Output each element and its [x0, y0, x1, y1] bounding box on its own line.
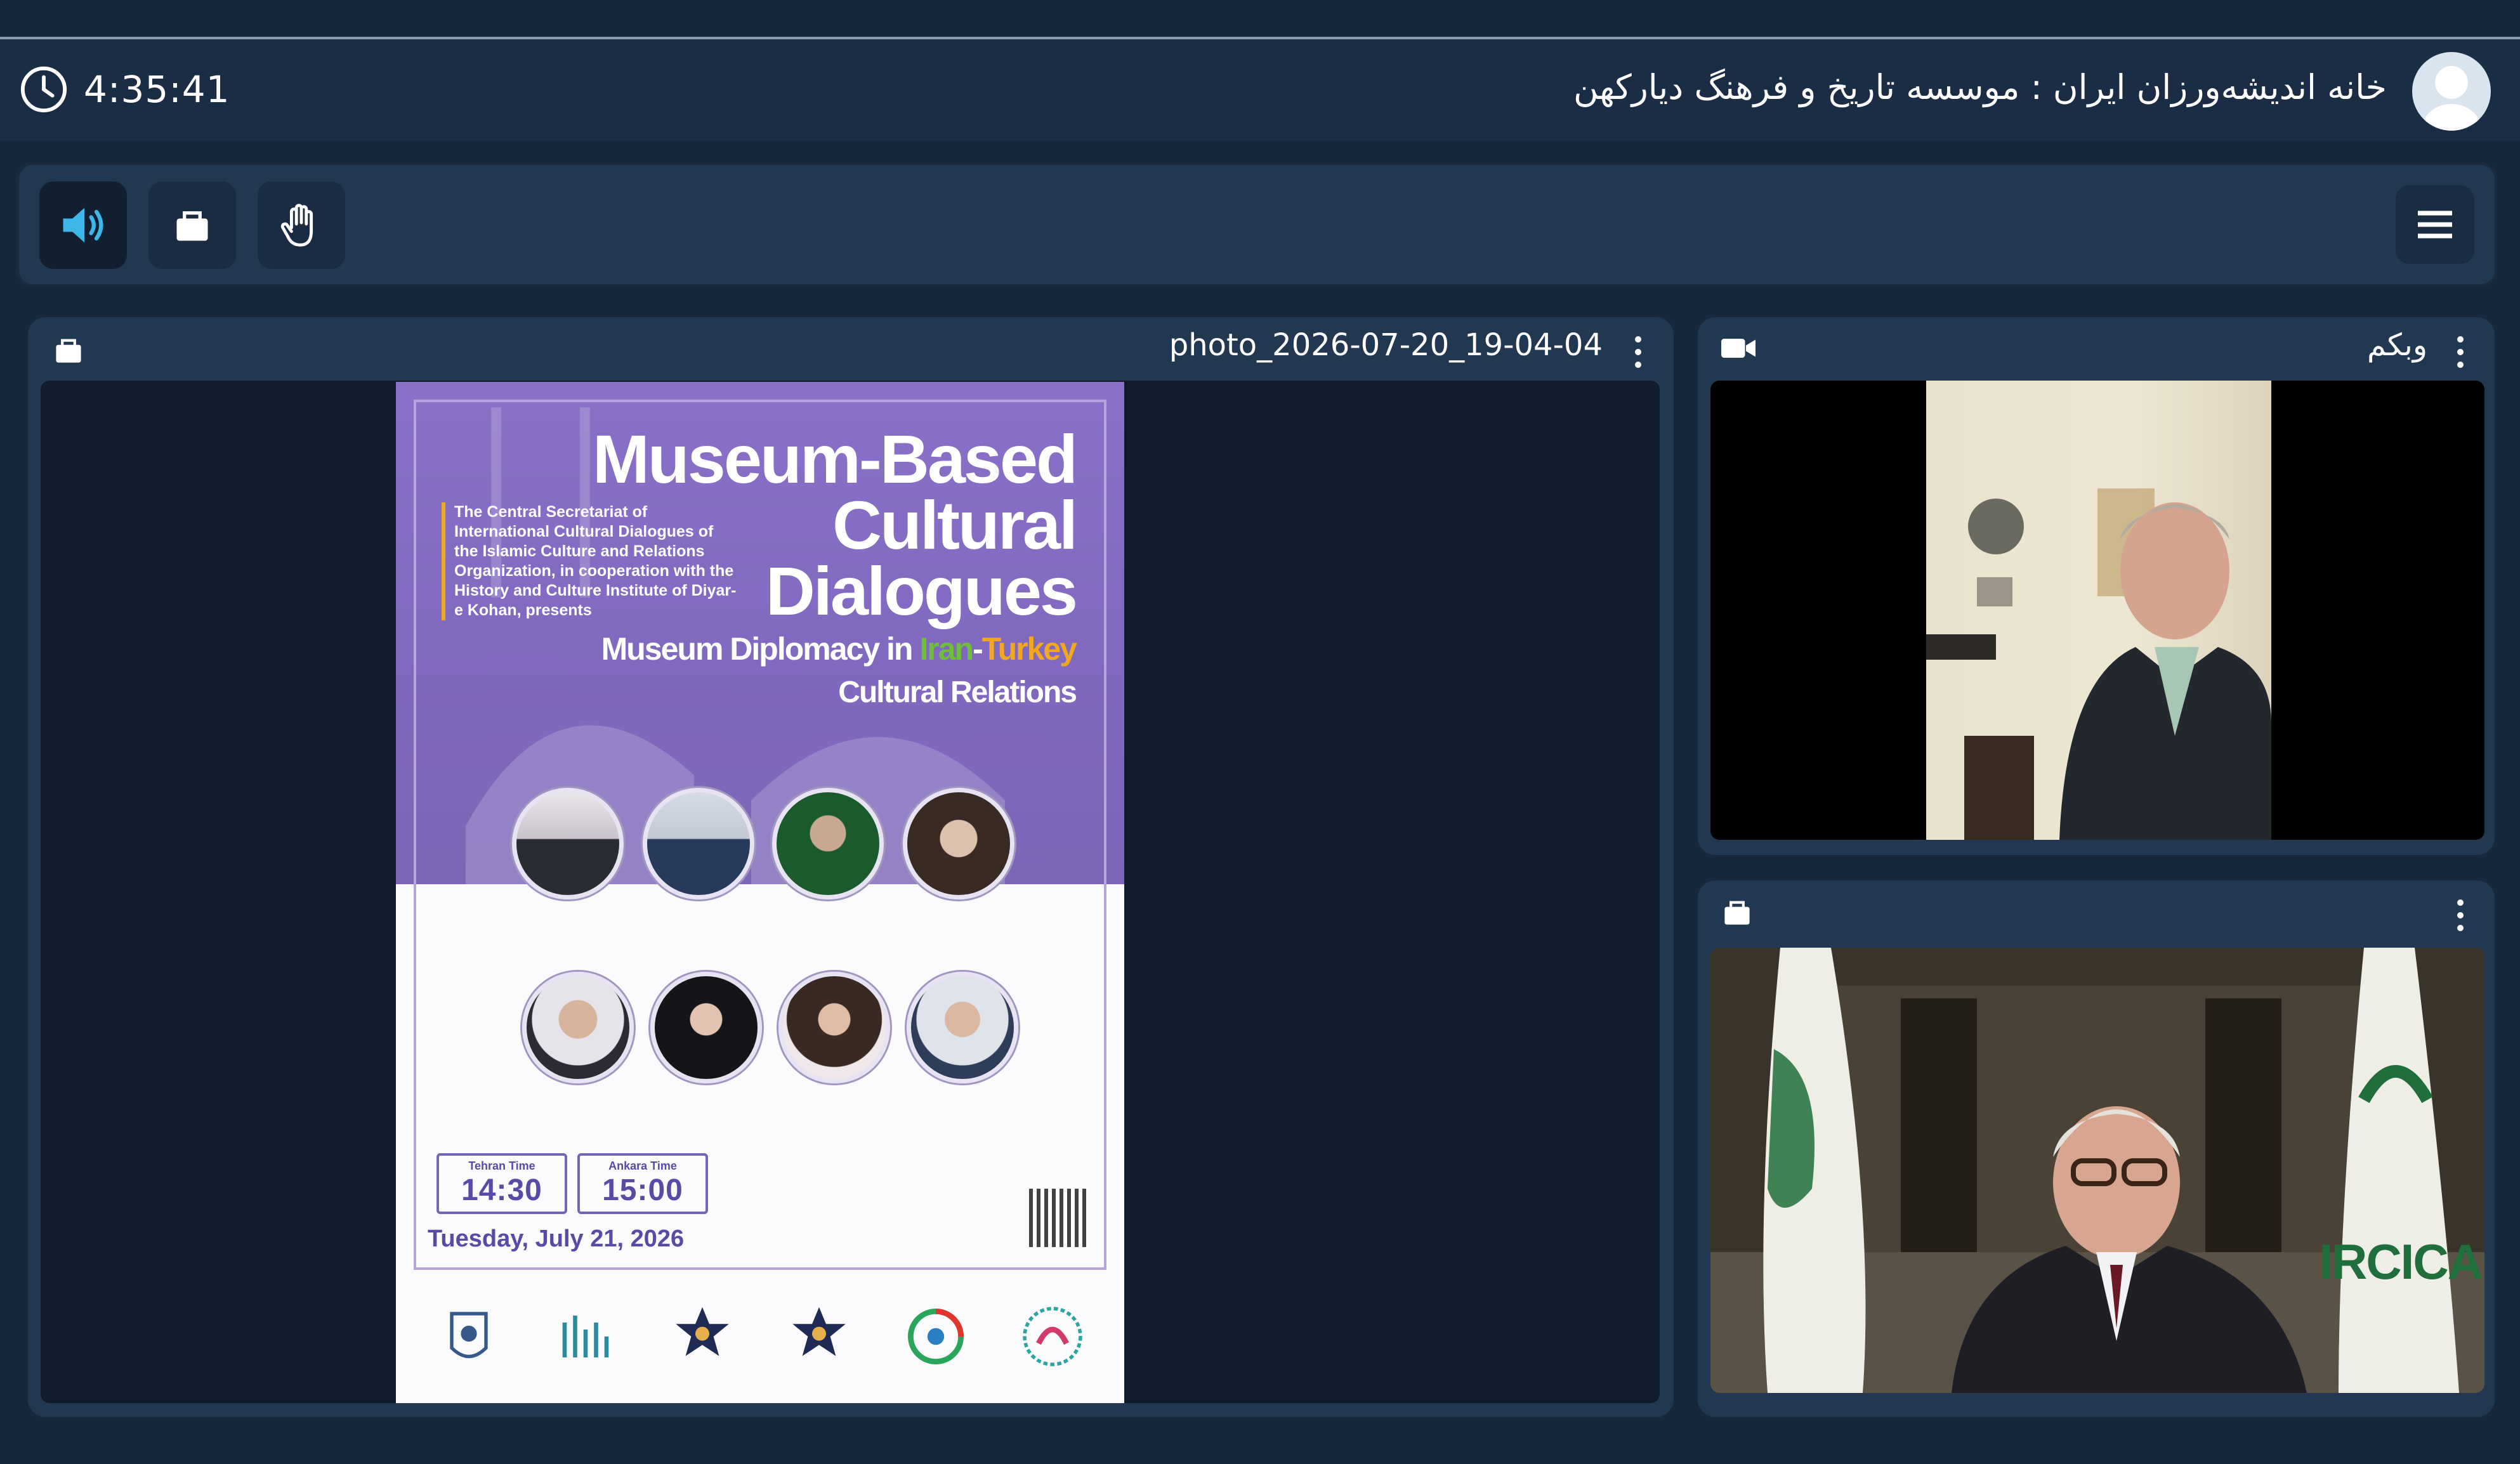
poster-subtitle-line2: Cultural Relations [838, 676, 1077, 709]
speaker-photo [772, 788, 884, 899]
speaker-photo [907, 972, 1018, 1083]
ircica-flag-text: IRCICA [2319, 1234, 2483, 1290]
clock-icon [20, 66, 67, 113]
webcam-video-area [1710, 381, 2484, 840]
presentation-header: photo_2026-07-20_19-04-04 [28, 317, 1674, 378]
video-camera-icon [1721, 339, 1755, 358]
share-icon [56, 339, 81, 363]
sponsor-logo [778, 1295, 860, 1378]
webcam-title: وبکم [2367, 327, 2427, 363]
speaker-photo [650, 972, 762, 1083]
speaker-card [903, 972, 1021, 1083]
speaker-card [647, 972, 765, 1083]
second-video-header [1698, 880, 2495, 941]
presentation-panel: photo_2026-07-20_19-04-04 Museum-Based C… [28, 317, 1674, 1417]
speaker-card [509, 788, 627, 899]
time-label: Ankara Time [608, 1160, 677, 1172]
time-value: 14:30 [461, 1173, 542, 1207]
speaker-photo [643, 788, 754, 899]
poster-intro: The Central Secretariat of International… [442, 502, 740, 620]
qr-code [1029, 1189, 1087, 1247]
share-icon [176, 211, 208, 241]
time-value: 15:00 [602, 1173, 683, 1207]
hamburger-icon [2418, 211, 2452, 239]
hand-icon [280, 204, 313, 247]
participant-figure [1926, 488, 2271, 840]
raise-hand-button[interactable] [258, 181, 345, 269]
presentation-title: photo_2026-07-20_19-04-04 [1169, 327, 1603, 363]
sponsor-logo [428, 1295, 510, 1378]
second-video-panel: IRCICA [1698, 880, 2495, 1417]
shared-content-area: Museum-Based Cultural Dialogues The Cent… [41, 381, 1660, 1403]
title-bar: 4:35:41 خانه اندیشه‌ورزان ایران : موسسه … [0, 39, 2520, 141]
speaker-photo [778, 972, 890, 1083]
time-box-ankara: Ankara Time 15:00 [577, 1153, 708, 1214]
webcam-panel: وبکم [1698, 317, 2495, 855]
speaker-photo [512, 788, 624, 899]
sponsor-logos [428, 1283, 1094, 1390]
poster-subtitle-iran: Iran [919, 631, 974, 667]
second-video-feed [1710, 948, 2484, 1393]
speaker-card [640, 788, 758, 899]
share-icon [1724, 901, 1750, 925]
webcam-video-feed [1926, 381, 2271, 840]
speaker-photo [903, 788, 1014, 899]
poster-subtitle: Museum Diplomacy in Iran-Turkey [601, 631, 1077, 667]
speaker-card [900, 788, 1018, 899]
speaker-card [775, 972, 893, 1083]
second-video-options-icon[interactable] [2454, 899, 2467, 931]
second-video-area: IRCICA [1710, 948, 2484, 1393]
poster-date: Tuesday, July 21, 2026 [428, 1225, 685, 1252]
time-label: Tehran Time [468, 1160, 535, 1172]
webcam-options-icon[interactable] [2454, 336, 2467, 368]
sponsor-logo [895, 1295, 977, 1378]
speaker-photo [522, 972, 634, 1083]
poster-image: Museum-Based Cultural Dialogues The Cent… [396, 382, 1124, 1403]
clock-text: 4:35:41 [84, 68, 230, 111]
poster-subtitle-turkey: Turkey [981, 631, 1077, 667]
session-clock: 4:35:41 [19, 65, 230, 114]
time-box-tehran: Tehran Time 14:30 [436, 1153, 567, 1214]
webcam-header: وبکم [1698, 317, 2495, 378]
screen-share-button[interactable] [148, 181, 236, 269]
poster-subtitle-dash: - [973, 631, 983, 667]
poster-subtitle-prefix: Museum Diplomacy in [601, 631, 920, 667]
sponsor-logo [544, 1295, 627, 1378]
speaker-button[interactable] [39, 181, 127, 269]
speaker-icon [63, 207, 103, 243]
user-avatar-icon [2422, 66, 2481, 131]
user-avatar[interactable] [2412, 52, 2491, 131]
speaker-card [519, 972, 637, 1083]
presentation-options-icon[interactable] [1632, 336, 1644, 368]
sponsor-logo [661, 1295, 744, 1378]
toolbar [16, 162, 2497, 287]
menu-button[interactable] [2396, 185, 2474, 264]
sponsor-logo [1011, 1295, 1094, 1378]
room-title: خانه اندیشه‌ورزان ایران : موسسه تاریخ و … [1573, 67, 2387, 107]
speaker-card [769, 788, 887, 899]
